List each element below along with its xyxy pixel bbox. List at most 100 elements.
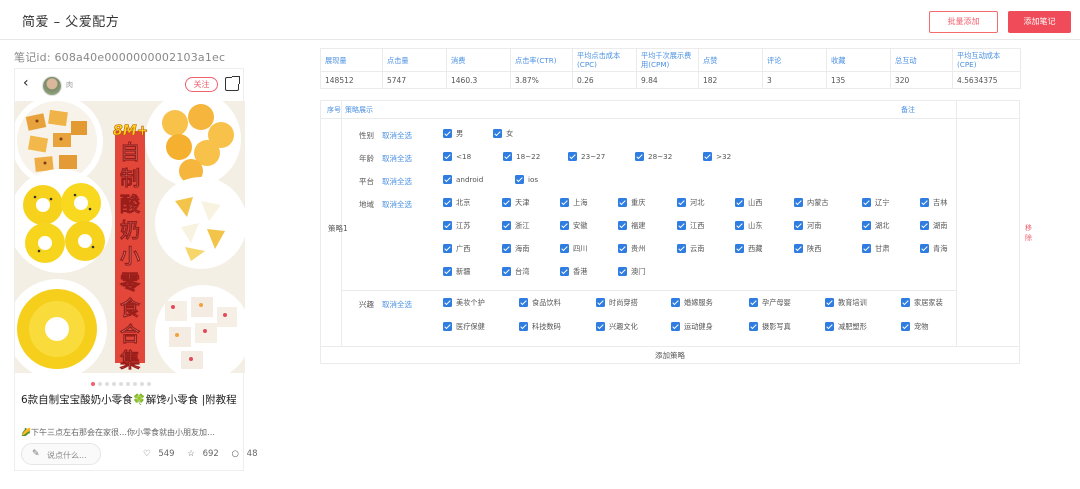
checkbox-label: 食品饮料 xyxy=(532,298,561,307)
checkbox-interest[interactable]: 摄影写真 xyxy=(749,322,791,332)
pager-dot[interactable] xyxy=(98,382,102,386)
pager-dot[interactable] xyxy=(126,382,130,386)
checkbox-age[interactable]: 23~27 xyxy=(568,152,605,161)
follow-button[interactable]: 关注 xyxy=(185,77,218,92)
checkbox-label: 广西 xyxy=(456,244,471,253)
checkbox-interest[interactable]: 食品饮料 xyxy=(519,298,561,308)
batch-add-button[interactable]: 批量添加 xyxy=(929,11,998,33)
checkbox-region[interactable]: 青海 xyxy=(920,244,947,254)
author-name[interactable]: 肉 xyxy=(66,80,73,90)
checkbox-label: 湖南 xyxy=(933,221,948,230)
checkbox-label: 婚嫁服务 xyxy=(684,298,713,307)
checkbox-age[interactable]: >32 xyxy=(703,152,731,161)
checkbox-interest[interactable]: 兴趣文化 xyxy=(596,322,638,332)
checkbox-region[interactable]: 海南 xyxy=(502,244,529,254)
checkbox-region[interactable]: 吉林 xyxy=(920,198,947,208)
checkbox-interest[interactable]: 运动健身 xyxy=(671,322,713,332)
pager-dot[interactable] xyxy=(133,382,137,386)
checkbox-checked-icon xyxy=(677,198,686,207)
add-note-button[interactable]: 添加笔记 xyxy=(1008,11,1071,33)
remove-plan-link[interactable]: 移除 xyxy=(1025,223,1032,243)
checkbox-region[interactable]: 江苏 xyxy=(443,221,470,231)
clear-all-gender[interactable]: 取消全选 xyxy=(382,130,412,141)
checkbox-interest[interactable]: 孕产母婴 xyxy=(749,298,791,308)
checkbox-region[interactable]: 西藏 xyxy=(735,244,762,254)
comment-stat[interactable]: ○ 48 xyxy=(232,449,263,459)
checkbox-region[interactable]: 安徽 xyxy=(560,221,587,231)
checkbox-label: 澳门 xyxy=(631,267,646,276)
metric-header: 平均点击成本(CPC) xyxy=(572,48,637,72)
clear-all-interest[interactable]: 取消全选 xyxy=(382,299,412,310)
clear-all-platform[interactable]: 取消全选 xyxy=(382,176,412,187)
add-plan-button[interactable]: 添加策略 xyxy=(321,346,1019,364)
checkbox-region[interactable]: 广西 xyxy=(443,244,470,254)
checkbox-region[interactable]: 福建 xyxy=(618,221,645,231)
checkbox-interest[interactable]: 宠物 xyxy=(901,322,928,332)
checkbox-label: 江西 xyxy=(690,221,705,230)
comment-input[interactable]: ✎ 说点什么... xyxy=(21,443,101,465)
checkbox-region[interactable]: 香港 xyxy=(560,267,587,277)
checkbox-region[interactable]: 云南 xyxy=(677,244,704,254)
checkbox-gender[interactable]: 男 xyxy=(443,129,463,139)
checkbox-region[interactable]: 天津 xyxy=(502,198,529,208)
pager-dot[interactable] xyxy=(91,382,95,386)
checkbox-interest[interactable]: 时尚穿搭 xyxy=(596,298,638,308)
checkbox-age[interactable]: 28~32 xyxy=(635,152,672,161)
pager-dot[interactable] xyxy=(112,382,116,386)
checkbox-platform[interactable]: android xyxy=(443,175,483,184)
collect-stat[interactable]: ☆ 692 xyxy=(187,449,224,459)
checkbox-checked-icon xyxy=(735,244,744,253)
checkbox-region[interactable]: 甘肃 xyxy=(862,244,889,254)
checkbox-age[interactable]: 18~22 xyxy=(503,152,540,161)
metric-value: 0.26 xyxy=(572,71,637,89)
checkbox-gender[interactable]: 女 xyxy=(493,129,513,139)
metric-header: 收藏 xyxy=(826,48,891,72)
checkbox-age[interactable]: <18 xyxy=(443,152,471,161)
checkbox-region[interactable]: 澳门 xyxy=(618,267,645,277)
checkbox-region[interactable]: 湖南 xyxy=(920,221,947,231)
checkbox-region[interactable]: 山东 xyxy=(735,221,762,231)
checkbox-region[interactable]: 江西 xyxy=(677,221,704,231)
clear-all-region[interactable]: 取消全选 xyxy=(382,199,412,210)
cover-image[interactable]: 自 制 酸 奶 小 零 食 合 集 8M+ xyxy=(15,101,245,373)
checkbox-region[interactable]: 重庆 xyxy=(618,198,645,208)
pager-dot[interactable] xyxy=(119,382,123,386)
share-icon[interactable] xyxy=(225,76,240,91)
checkbox-region[interactable]: 上海 xyxy=(560,198,587,208)
checkbox-region[interactable]: 北京 xyxy=(443,198,470,208)
checkbox-region[interactable]: 陕西 xyxy=(794,244,821,254)
checkbox-region[interactable]: 湖北 xyxy=(862,221,889,231)
checkbox-checked-icon xyxy=(503,152,512,161)
checkbox-interest[interactable]: 减肥塑形 xyxy=(825,322,867,332)
checkbox-region[interactable]: 河北 xyxy=(677,198,704,208)
checkbox-interest[interactable]: 美妆个护 xyxy=(443,298,485,308)
checkbox-region[interactable]: 辽宁 xyxy=(862,198,889,208)
checkbox-interest[interactable]: 家居家装 xyxy=(901,298,943,308)
pager-dot[interactable] xyxy=(105,382,109,386)
like-stat[interactable]: ♡ 549 xyxy=(143,449,180,459)
checkbox-interest[interactable]: 教育培训 xyxy=(825,298,867,308)
checkbox-interest[interactable]: 医疗保健 xyxy=(443,322,485,332)
pager-dot[interactable] xyxy=(147,382,151,386)
checkbox-region[interactable]: 贵州 xyxy=(618,244,645,254)
checkbox-region[interactable]: 台湾 xyxy=(502,267,529,277)
clear-all-age[interactable]: 取消全选 xyxy=(382,153,412,164)
image-pager[interactable] xyxy=(91,379,154,386)
comment-placeholder: 说点什么... xyxy=(47,451,87,460)
col-display: 策略展示 xyxy=(345,106,373,114)
checkbox-region[interactable]: 新疆 xyxy=(443,267,470,277)
checkbox-checked-icon xyxy=(677,244,686,253)
checkbox-region[interactable]: 浙江 xyxy=(502,221,529,231)
checkbox-region[interactable]: 山西 xyxy=(735,198,762,208)
checkbox-checked-icon xyxy=(502,198,511,207)
checkbox-platform[interactable]: ios xyxy=(515,175,538,184)
checkbox-interest[interactable]: 科技数码 xyxy=(519,322,561,332)
back-icon[interactable]: ‹ xyxy=(23,75,29,91)
pager-dot[interactable] xyxy=(140,382,144,386)
checkbox-region[interactable]: 河南 xyxy=(794,221,821,231)
checkbox-region[interactable]: 内蒙古 xyxy=(794,198,829,208)
avatar[interactable] xyxy=(42,76,62,96)
checkbox-region[interactable]: 四川 xyxy=(560,244,587,254)
filter-label-platform: 平台 xyxy=(359,177,374,186)
checkbox-interest[interactable]: 婚嫁服务 xyxy=(671,298,713,308)
